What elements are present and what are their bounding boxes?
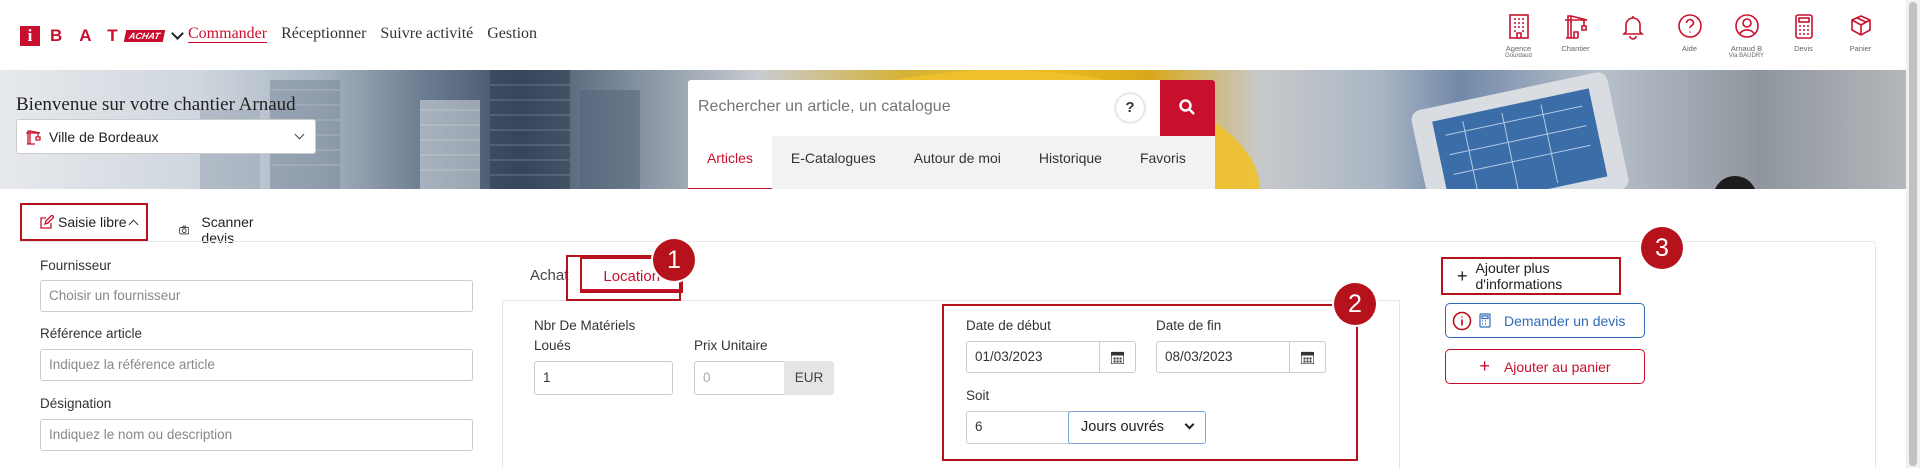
callout-badge-3: 3 — [1641, 227, 1683, 269]
tab-autour-de-moi[interactable]: Autour de moi — [895, 136, 1020, 189]
site-selector[interactable]: Ville de Bordeaux — [16, 119, 316, 154]
nav-commander[interactable]: Commander — [188, 25, 267, 43]
tool-panier-label: Panier — [1849, 44, 1872, 53]
hero-banner: Bienvenue sur votre chantier Arnaud Vill… — [0, 70, 1906, 189]
tool-account-label: Arnaud B — [1730, 44, 1763, 53]
nbr-materiels-label-2: Loués — [534, 338, 571, 353]
chevron-down-icon — [1184, 419, 1195, 430]
nbr-materiels-label: Nbr De Matériels — [534, 318, 636, 333]
tab-e-catalogues[interactable]: E-Catalogues — [772, 136, 895, 189]
search-input[interactable] — [698, 92, 1118, 122]
duration-unit-value: Jours ouvrés — [1081, 419, 1165, 435]
welcome-message: Bienvenue sur votre chantier Arnaud — [16, 94, 296, 115]
callout-badge-1: 1 — [653, 239, 695, 281]
search-panel: ? Articles E-Catalogues Autour de moi Hi… — [688, 80, 1215, 189]
tab-achat[interactable]: Achat — [518, 263, 580, 293]
user-icon — [1734, 14, 1759, 38]
nbr-materiels-input[interactable]: 1 — [534, 361, 673, 395]
tool-aide-label: Aide — [1681, 44, 1697, 53]
site-selector-value: Ville de Bordeaux — [49, 128, 159, 145]
tool-notifications[interactable] — [1604, 12, 1661, 59]
logo-i-mark: i — [20, 26, 40, 46]
chevron-down-icon[interactable] — [170, 27, 184, 40]
plus-icon: + — [1457, 265, 1468, 286]
crane-icon — [1564, 15, 1587, 39]
add-more-info-label: Ajouter plus d'informations — [1475, 260, 1563, 292]
add-to-cart-button[interactable]: + Ajouter au panier — [1445, 349, 1645, 384]
chevron-up-icon — [129, 219, 139, 229]
plus-icon: + — [1479, 356, 1490, 376]
calculator-icon — [1479, 313, 1491, 328]
search-icon — [1179, 99, 1195, 115]
edit-icon — [40, 214, 54, 229]
date-debut-label: Date de début — [966, 318, 1051, 333]
prix-unitaire-label: Prix Unitaire — [694, 338, 768, 353]
building-icon — [1508, 14, 1529, 39]
designation-field[interactable]: Indiquez le nom ou description — [40, 419, 473, 451]
help-icon — [1677, 14, 1702, 38]
calendar-icon — [1111, 351, 1124, 364]
request-quote-label: Demander un devis — [1504, 312, 1626, 329]
tab-articles[interactable]: Articles — [688, 136, 772, 189]
tool-agence-sub: Gourdaud — [1505, 53, 1532, 59]
search-button[interactable] — [1160, 80, 1215, 136]
soit-input[interactable]: 6 — [966, 411, 1070, 444]
scrollbar-thumb[interactable] — [1909, 2, 1917, 466]
date-fin-input[interactable]: 08/03/2023 — [1156, 341, 1290, 373]
fournisseur-field[interactable]: Choisir un fournisseur — [40, 280, 473, 312]
page-scrollbar[interactable] — [1906, 0, 1920, 468]
camera-icon — [179, 225, 190, 235]
logo-letters: BAT — [50, 26, 135, 45]
tool-account-sub: Via BAUDRY — [1728, 53, 1765, 59]
add-to-cart-label: Ajouter au panier — [1503, 358, 1611, 375]
tool-chantier[interactable]: Chantier — [1547, 12, 1604, 59]
nav-receptionner[interactable]: Réceptionner — [281, 25, 366, 43]
tab-historique[interactable]: Historique — [1020, 136, 1121, 189]
cart-icon — [1850, 15, 1871, 36]
saisie-libre-label: Saisie libre — [58, 214, 127, 230]
search-tabs: Articles E-Catalogues Autour de moi Hist… — [688, 136, 1215, 189]
date-fin-calendar-button[interactable] — [1290, 341, 1326, 373]
header-tools: Agence Gourdaud Chantier Aide Arnaud B V… — [1490, 12, 1889, 59]
info-icon — [1452, 311, 1472, 330]
tool-devis-label: Devis — [1794, 44, 1813, 53]
tool-chantier-label: Chantier — [1561, 44, 1590, 53]
main-nav: Commander Réceptionner Suivre activité G… — [188, 25, 551, 43]
request-quote-button[interactable]: Demander un devis — [1445, 303, 1645, 338]
prix-unitaire-input[interactable]: 0 — [694, 361, 785, 395]
tool-account[interactable]: Arnaud B Via BAUDRY — [1718, 12, 1775, 59]
nav-gestion[interactable]: Gestion — [487, 25, 537, 43]
tool-devis[interactable]: Devis — [1775, 12, 1832, 59]
duration-unit-select[interactable]: Jours ouvrés — [1068, 411, 1206, 444]
top-navigation-bar: i BAT ACHAT Commander Réceptionner Suivr… — [0, 0, 1906, 70]
bell-icon — [1621, 16, 1644, 40]
logo-badge: ACHAT — [123, 30, 165, 42]
date-debut-input[interactable]: 01/03/2023 — [966, 341, 1100, 373]
brand-logo[interactable]: i BAT ACHAT — [20, 26, 184, 46]
soit-label: Soit — [966, 388, 990, 403]
fournisseur-label: Fournisseur — [40, 258, 112, 273]
calendar-icon — [1301, 351, 1314, 364]
date-fin-label: Date de fin — [1156, 318, 1222, 333]
reference-field[interactable]: Indiquez la référence article — [40, 349, 473, 381]
tab-favoris[interactable]: Favoris — [1121, 136, 1205, 189]
date-debut-calendar-button[interactable] — [1100, 341, 1136, 373]
nav-suivre-activite[interactable]: Suivre activité — [380, 25, 473, 43]
add-more-info-button[interactable]: + Ajouter plus d'informations — [1441, 257, 1621, 295]
designation-label: Désignation — [40, 396, 112, 411]
tool-agence[interactable]: Agence Gourdaud — [1490, 12, 1547, 59]
search-help-button[interactable]: ? — [1116, 94, 1144, 122]
tool-panier[interactable]: Panier — [1832, 12, 1889, 59]
crane-icon — [26, 129, 41, 145]
reference-label: Référence article — [40, 326, 143, 341]
saisie-libre-toggle[interactable]: Saisie libre — [20, 203, 148, 241]
chevron-down-icon — [294, 129, 305, 140]
currency-addon: EUR — [784, 361, 834, 395]
callout-badge-2: 2 — [1334, 283, 1376, 325]
calculator-icon — [1794, 14, 1813, 39]
tool-agence-label: Agence — [1505, 44, 1532, 53]
tool-aide[interactable]: Aide — [1661, 12, 1718, 59]
